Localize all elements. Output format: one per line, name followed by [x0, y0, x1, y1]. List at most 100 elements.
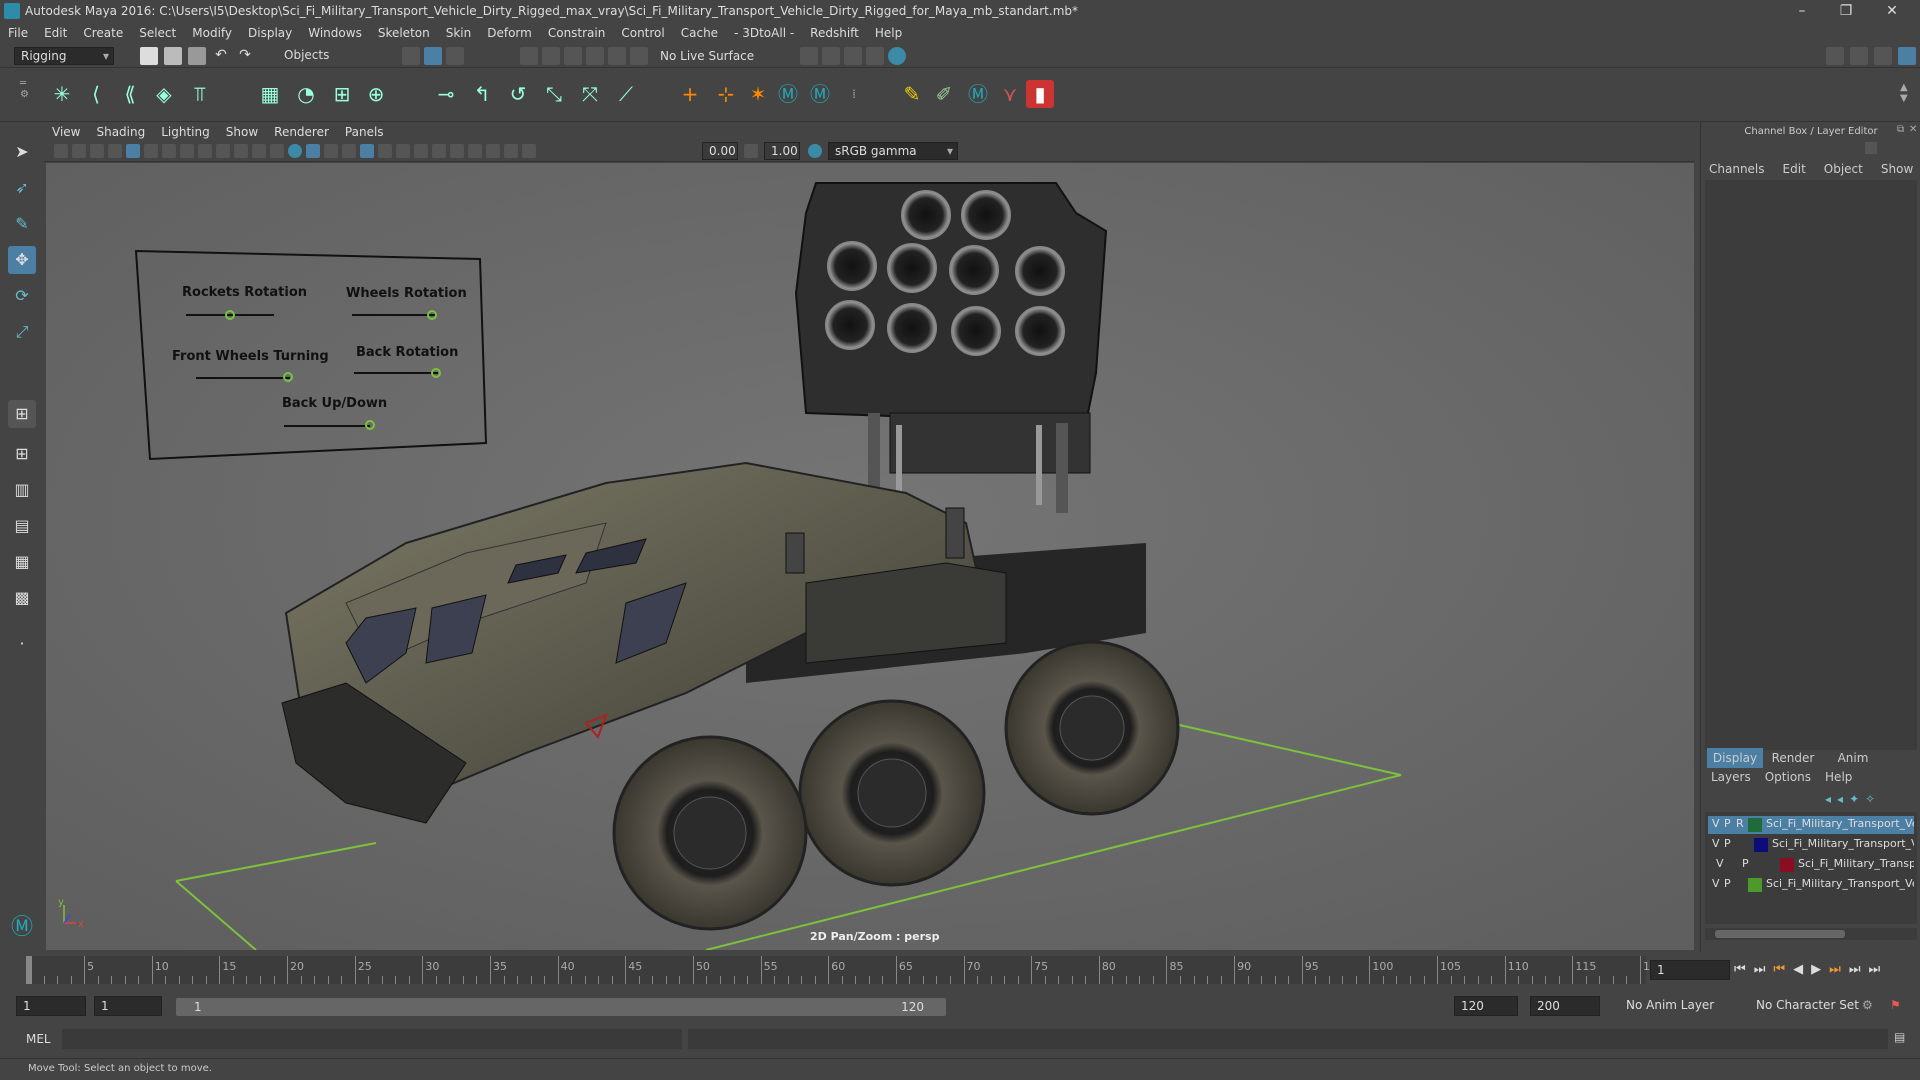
new-layer-icon[interactable]: ✦	[1849, 792, 1859, 806]
range-start-field[interactable]: 1	[94, 996, 162, 1016]
gate-mask-icon[interactable]	[216, 144, 230, 158]
vp-menu-panels[interactable]: Panels	[337, 125, 392, 139]
mel-label[interactable]: MEL	[26, 1032, 51, 1046]
menu-control[interactable]: Control	[613, 26, 672, 40]
lattice-icon[interactable]: ⊞	[328, 80, 356, 108]
selection-mode-dropdown[interactable]: Objects	[278, 47, 378, 65]
layer-playback[interactable]: P	[1724, 877, 1731, 890]
gamma-field[interactable]: 1.00	[764, 142, 800, 160]
range-end-field[interactable]: 120	[1454, 996, 1518, 1016]
layer-scrollbar[interactable]	[1705, 928, 1917, 940]
field-chart-icon[interactable]	[234, 144, 248, 158]
smooth-bind-icon[interactable]: ◔	[292, 80, 320, 108]
pole-vector-icon[interactable]: ⟋	[612, 80, 640, 108]
move-layer-down-icon[interactable]: ◂	[1837, 792, 1843, 806]
point-constraint-icon[interactable]: ⊸	[432, 80, 460, 108]
grid-icon[interactable]	[162, 144, 176, 158]
move-tool-icon[interactable]: ✥	[8, 246, 36, 274]
attribute-editor-icon[interactable]	[1850, 47, 1868, 65]
maximize-button[interactable]: ❐	[1824, 0, 1868, 22]
select-camera-icon[interactable]	[54, 144, 68, 158]
menu-edit[interactable]: Edit	[36, 26, 75, 40]
joint-tool-icon[interactable]: ✳	[48, 80, 76, 108]
gamma-icon[interactable]	[744, 144, 758, 158]
tab-render[interactable]: Render	[1765, 748, 1821, 768]
new-layer-selected-icon[interactable]: ✧	[1865, 792, 1875, 806]
grease-pencil-icon[interactable]	[144, 144, 158, 158]
scale-tool-icon[interactable]: ⤢	[8, 318, 36, 346]
close-panel-icon[interactable]: ✕	[1909, 124, 1917, 135]
cluster-icon[interactable]: ⊕	[362, 80, 390, 108]
exposure-icon[interactable]	[522, 144, 536, 158]
ik-spline-icon[interactable]: ⟪	[116, 80, 144, 108]
current-frame-field[interactable]: 1	[1650, 960, 1730, 980]
auto-key-icon[interactable]: ⚙	[1862, 998, 1873, 1012]
persp-graph-layout-icon[interactable]: ▤	[8, 512, 36, 540]
resolution-gate-icon[interactable]	[198, 144, 212, 158]
lasso-tool-icon[interactable]: ➶	[8, 174, 36, 202]
paint-skin-icon[interactable]: ✐	[930, 80, 958, 108]
layer-row[interactable]: V P Sci_Fi_Military_Transport_Veh	[1708, 876, 1914, 894]
hik-control-icon[interactable]: Ⓜ	[806, 80, 834, 108]
xray-joints-icon[interactable]	[504, 144, 518, 158]
minimize-button[interactable]: –	[1780, 0, 1824, 22]
menu-display[interactable]: Display	[240, 26, 300, 40]
ik-handle-icon[interactable]: ⟨	[82, 80, 110, 108]
anim-end-field[interactable]: 200	[1530, 996, 1600, 1016]
menu-constrain[interactable]: Constrain	[540, 26, 614, 40]
play-forwards-icon[interactable]: ▶	[1811, 962, 1821, 977]
character-controls-icon[interactable]: Ⓜ	[964, 80, 992, 108]
step-forward-key-icon[interactable]: ⏭	[1829, 962, 1841, 977]
layer-color-swatch[interactable]	[1748, 818, 1762, 832]
go-to-end-icon[interactable]: ⏭	[1869, 962, 1881, 977]
mirror-joint-icon[interactable]: ⫪	[186, 80, 214, 108]
move-layer-up-icon[interactable]: ◂	[1825, 792, 1831, 806]
four-view-layout-icon[interactable]: ⊞	[8, 440, 36, 468]
menu-cache[interactable]: Cache	[673, 26, 726, 40]
render-view-icon[interactable]	[866, 47, 884, 65]
step-back-key-icon[interactable]: ⏮	[1773, 962, 1785, 977]
persp-outliner-layout-icon[interactable]: ▥	[8, 476, 36, 504]
layer-row[interactable]: V P R Sci_Fi_Military_Transport_Veh	[1708, 816, 1914, 834]
wireframe-icon[interactable]	[288, 144, 302, 158]
insert-joint-icon[interactable]: ◈	[150, 80, 178, 108]
vp-menu-lighting[interactable]: Lighting	[153, 125, 218, 139]
isolate-select-icon[interactable]	[468, 144, 482, 158]
layer-row[interactable]: V P Sci_Fi_Military_Transpo	[1708, 856, 1914, 874]
parent-constraint-icon[interactable]: ⤧	[576, 80, 604, 108]
tab-display[interactable]: Display	[1707, 748, 1763, 768]
scale-constraint-icon[interactable]: ⤡	[540, 80, 568, 108]
close-button[interactable]: ✕	[1870, 0, 1914, 22]
snap-view-icon[interactable]	[586, 47, 604, 65]
character-set-dropdown[interactable]: No Character Set	[1750, 996, 1870, 1016]
menu-windows[interactable]: Windows	[300, 26, 370, 40]
textured-icon[interactable]	[342, 144, 356, 158]
new-scene-icon[interactable]	[140, 47, 158, 65]
layer-menu-help[interactable]: Help	[1825, 770, 1852, 784]
cb-menu-edit[interactable]: Edit	[1783, 162, 1806, 176]
perspective-viewport[interactable]: Rockets Rotation Wheels Rotation Front W…	[46, 163, 1694, 950]
menu-redshift[interactable]: Redshift	[802, 26, 867, 40]
layer-visibility[interactable]: V	[1712, 817, 1720, 830]
select-object-icon[interactable]	[424, 47, 442, 65]
play-backwards-icon[interactable]: ◀	[1793, 962, 1803, 977]
layer-reference[interactable]: R	[1736, 817, 1744, 830]
script-editor-icon[interactable]: ▤	[1894, 1030, 1905, 1044]
blend-shape-icon[interactable]: ✶	[744, 80, 772, 108]
ambient-occlusion-icon[interactable]	[396, 144, 410, 158]
render-settings-icon[interactable]	[800, 47, 818, 65]
bind-skin-icon[interactable]: ▦	[256, 80, 284, 108]
orient-constraint-icon[interactable]: ↺	[504, 80, 532, 108]
undo-icon[interactable]: ↶	[212, 47, 230, 65]
cb-menu-show[interactable]: Show	[1881, 162, 1913, 176]
menu-deform[interactable]: Deform	[479, 26, 540, 40]
colorspace-dropdown[interactable]: sRGB gamma ▾	[828, 142, 958, 160]
shadows-icon[interactable]	[378, 144, 392, 158]
layer-color-swatch[interactable]	[1780, 858, 1794, 872]
uv-layout-icon[interactable]: ▩	[8, 584, 36, 612]
film-gate-icon[interactable]	[180, 144, 194, 158]
motion-blur-icon[interactable]	[414, 144, 428, 158]
menu-select[interactable]: Select	[131, 26, 184, 40]
command-input[interactable]	[62, 1029, 682, 1049]
paint-select-icon[interactable]: ✎	[8, 210, 36, 238]
